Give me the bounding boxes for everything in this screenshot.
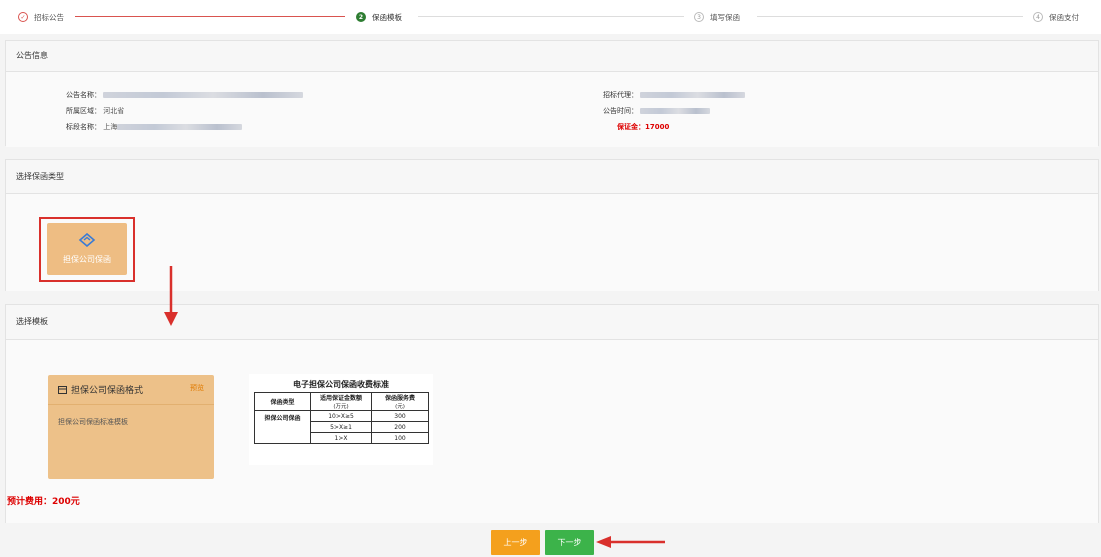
deposit-value: 17000	[645, 123, 670, 131]
notice-info-header: 公告信息	[6, 41, 1098, 72]
notice-name-label: 公告名称：	[66, 91, 101, 99]
fee-value-cell: 200	[371, 421, 429, 433]
step-4-number: 4	[1033, 12, 1043, 22]
template-preview-link[interactable]: 预览	[190, 383, 204, 393]
estimated-fee-label: 预计费用：	[7, 497, 53, 507]
template-body: 担保公司保函格式 预览 担保公司保函标准模板 电子担保公司保函收费标准 保函类型…	[6, 340, 1098, 523]
check-circle-icon: ✓	[18, 12, 28, 22]
step-3-label: 填写保函	[710, 12, 740, 22]
estimated-fee: 预计费用：200元	[7, 494, 80, 507]
fee-header-range: 适用保证金数额 (万元)	[310, 392, 372, 411]
agent-label: 招标代理：	[603, 91, 638, 99]
region-label: 所属区域：	[66, 107, 101, 115]
notice-info-panel: 公告信息 公告名称： 所属区域： 河北省 标段名称： 上海 招标代理： 公告时间…	[5, 40, 1099, 147]
document-icon	[58, 385, 67, 394]
step-connector-2	[418, 16, 684, 17]
step-3-number: 3	[694, 12, 704, 22]
template-card-description: 担保公司保函标准模板	[58, 418, 128, 426]
step-3: 3 填写保函	[694, 11, 740, 23]
section-name-redacted	[117, 124, 243, 130]
fee-range-cell: 1>X	[310, 432, 372, 444]
fee-standard-title: 电子担保公司保函收费标准	[293, 380, 389, 389]
step-4: 4 保函支付	[1033, 11, 1079, 23]
template-card-title: 担保公司保函格式	[58, 383, 143, 396]
annotation-arrow-down-icon	[164, 266, 178, 326]
step-4-label: 保函支付	[1049, 12, 1079, 22]
region-row: 所属区域： 河北省	[66, 106, 124, 116]
agent-redacted	[640, 92, 746, 98]
step-1-label: 招标公告	[34, 12, 64, 22]
step-connector-3	[757, 16, 1023, 17]
step-2: 2 保函模板	[356, 11, 402, 23]
annotation-arrow-left-icon	[596, 536, 665, 548]
guarantee-type-header: 选择保函类型	[6, 160, 1098, 194]
notice-info-body: 公告名称： 所属区域： 河北省 标段名称： 上海 招标代理： 公告时间： 保证金…	[6, 72, 1098, 147]
fee-standard-table: 保函类型 适用保证金数额 (万元) 保函服务费 (元) 担保公司保函 10>X≥5 …	[254, 392, 429, 444]
agent-row: 招标代理：	[603, 90, 746, 100]
step-connector-1	[75, 16, 345, 17]
notice-name-redacted	[103, 92, 304, 98]
step-2-number: 2	[356, 12, 366, 22]
fee-standard-image: 电子担保公司保函收费标准 保函类型 适用保证金数额 (万元) 保函服务费 (元) 担…	[249, 374, 433, 465]
step-progress-bar: ✓ 招标公告 2 保函模板 3 填写保函 4 保函支付	[0, 0, 1101, 34]
template-card-divider	[48, 404, 214, 405]
fee-header-fee: 保函服务费 (元)	[371, 392, 429, 411]
region-value: 河北省	[103, 107, 125, 115]
section-prefix: 上海	[103, 123, 118, 131]
prev-step-button[interactable]: 上一步	[491, 530, 540, 555]
diamond-handshake-icon	[78, 233, 96, 247]
section-row: 标段名称： 上海	[66, 122, 243, 132]
template-card[interactable]: 担保公司保函格式 预览 担保公司保函标准模板	[48, 375, 214, 479]
next-step-button[interactable]: 下一步	[545, 530, 594, 555]
guarantee-company-option[interactable]: 担保公司保函	[47, 223, 127, 275]
notice-name-row: 公告名称：	[66, 90, 304, 100]
fee-type-cell: 担保公司保函	[254, 410, 311, 444]
section-label: 标段名称：	[66, 123, 101, 131]
time-row: 公告时间：	[603, 106, 711, 116]
template-panel: 选择模板 担保公司保函格式 预览 担保公司保函标准模板 电子担保公司保函收费标准…	[5, 304, 1099, 523]
fee-header-type: 保函类型	[254, 392, 311, 411]
step-1: ✓ 招标公告	[18, 11, 64, 23]
template-card-title-text: 担保公司保函格式	[71, 386, 144, 396]
estimated-fee-value: 200元	[52, 497, 80, 507]
fee-value-cell: 300	[371, 410, 429, 422]
fee-value-cell: 100	[371, 432, 429, 444]
time-label: 公告时间：	[603, 107, 638, 115]
guarantee-company-option-label: 担保公司保函	[63, 255, 111, 264]
step-2-label: 保函模板	[372, 12, 402, 22]
deposit-row: 保证金：17000	[617, 122, 669, 132]
deposit-label: 保证金：	[617, 123, 645, 131]
fee-range-cell: 10>X≥5	[310, 410, 372, 422]
time-redacted	[640, 108, 711, 114]
fee-range-cell: 5>X≥1	[310, 421, 372, 433]
